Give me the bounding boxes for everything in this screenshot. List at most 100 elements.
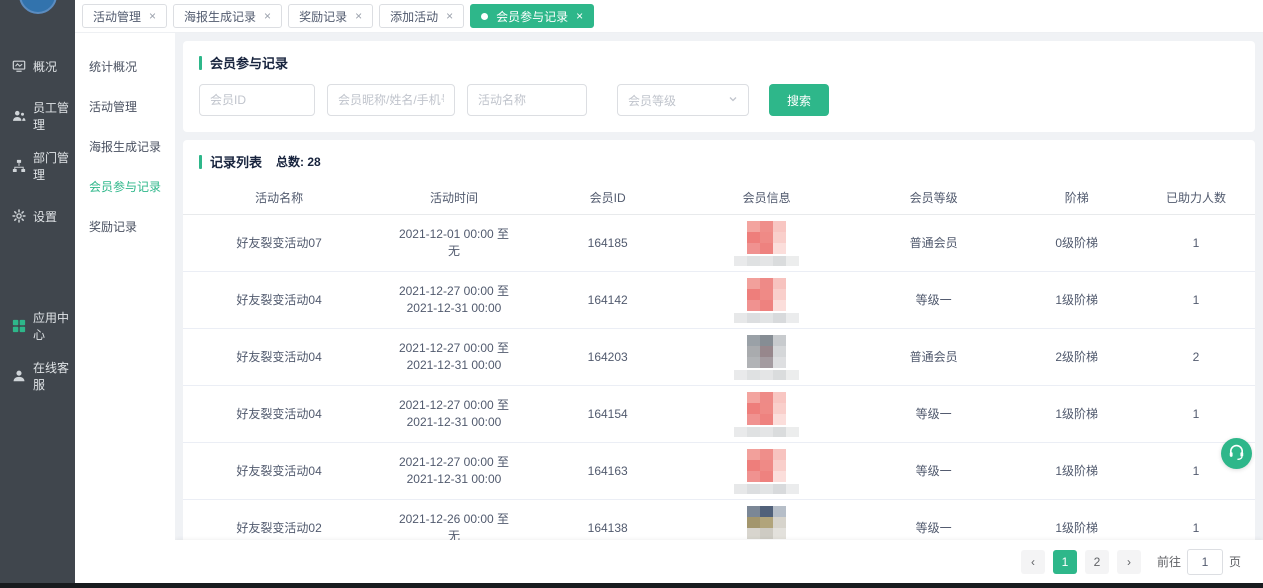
member-name-input[interactable] (327, 84, 455, 116)
tab-label: 添加活动 (390, 8, 438, 25)
close-icon[interactable]: × (264, 10, 271, 22)
submenu-item-member-participation[interactable]: 会员参与记录 (75, 167, 175, 207)
close-icon[interactable]: × (576, 10, 583, 22)
member-avatar (747, 335, 786, 368)
activity-name-cell: 好友裂变活动04 (189, 406, 369, 423)
ladder-cell: 1级阶梯 (1010, 520, 1143, 537)
table-header-row: 活动名称 活动时间 会员ID 会员信息 会员等级 阶梯 已助力人数 (183, 181, 1255, 215)
customer-service-icon (12, 369, 26, 383)
activity-name-cell: 好友裂变活动04 (189, 349, 369, 366)
member-level-cell: 等级一 (857, 406, 1011, 423)
employees-icon (12, 109, 26, 123)
goto-label: 前往 (1157, 553, 1181, 570)
member-id-cell: 164163 (539, 463, 677, 480)
title-marker (199, 56, 202, 70)
select-placeholder: 会员等级 (628, 92, 676, 109)
submenu: 统计概况 活动管理 海报生成记录 会员参与记录 奖励记录 (75, 33, 175, 588)
activity-time-cell: 2021-12-27 00:00 至 2021-12-31 00:00 (369, 397, 539, 431)
member-level-select[interactable]: 会员等级 (617, 84, 749, 116)
customer-service-float-button[interactable] (1221, 438, 1252, 469)
tab-member-participation-active[interactable]: 会员参与记录 × (470, 4, 594, 28)
member-id-cell: 164138 (539, 520, 677, 537)
table-row: 好友裂变活动04 2021-12-27 00:00 至 2021-12-31 0… (183, 272, 1255, 329)
helper-count-cell: 1 (1143, 520, 1249, 537)
main-sidebar: 概况 员工管理 部门管理 设置 (0, 0, 75, 588)
tab-activity-management[interactable]: 活动管理 × (82, 4, 167, 28)
goto-page-group: 前往 页 (1157, 549, 1241, 575)
title-marker (199, 155, 202, 169)
tab-add-activity[interactable]: 添加活动 × (379, 4, 464, 28)
tab-label: 海报生成记录 (184, 8, 256, 25)
next-page-button[interactable]: › (1117, 550, 1141, 574)
column-header-member-level: 会员等级 (857, 189, 1011, 206)
sidebar-item-label: 部门管理 (33, 149, 75, 183)
settings-icon (12, 209, 26, 223)
time-to: 2021-12-31 00:00 (369, 357, 539, 374)
activity-time-cell: 2021-12-01 00:00 至 无 (369, 226, 539, 260)
member-avatar (747, 221, 786, 254)
submenu-item-reward-records[interactable]: 奖励记录 (75, 207, 175, 247)
sidebar-item-label: 应用中心 (33, 309, 75, 343)
helper-count-cell: 1 (1143, 235, 1249, 252)
record-total-count: 总数: 28 (276, 153, 321, 170)
app-center-icon (12, 319, 26, 333)
activity-name-cell: 好友裂变活动04 (189, 463, 369, 480)
member-name-blur (734, 256, 799, 266)
sidebar-item-departments[interactable]: 部门管理 (0, 146, 75, 186)
tab-label: 奖励记录 (299, 8, 347, 25)
submenu-item-stats-overview[interactable]: 统计概况 (75, 47, 175, 87)
sidebar-menu: 概况 员工管理 部门管理 设置 (0, 46, 75, 406)
sidebar-item-online-service[interactable]: 在线客服 (0, 356, 75, 396)
activity-time-cell: 2021-12-27 00:00 至 2021-12-31 00:00 (369, 283, 539, 317)
window-bottom-edge (0, 583, 1263, 588)
page-button-2[interactable]: 2 (1085, 550, 1109, 574)
member-level-cell: 等级一 (857, 463, 1011, 480)
activity-name-input[interactable] (467, 84, 587, 116)
search-form: 会员等级 搜索 (183, 82, 1255, 132)
column-header-activity-name: 活动名称 (189, 189, 369, 206)
prev-page-button[interactable]: ‹ (1021, 550, 1045, 574)
time-from: 2021-12-27 00:00 至 (369, 340, 539, 357)
sidebar-spacer (0, 246, 75, 306)
member-level-cell: 普通会员 (857, 235, 1011, 252)
close-icon[interactable]: × (149, 10, 156, 22)
app-logo[interactable] (19, 0, 57, 14)
page-title: 会员参与记录 (210, 53, 288, 72)
close-icon[interactable]: × (446, 10, 453, 22)
sidebar-item-employees[interactable]: 员工管理 (0, 96, 75, 136)
page-button-1[interactable]: 1 (1053, 550, 1077, 574)
submenu-item-activity-management[interactable]: 活动管理 (75, 87, 175, 127)
time-to: 2021-12-31 00:00 (369, 414, 539, 431)
sidebar-item-label: 概况 (33, 58, 57, 75)
open-tabs-bar: 活动管理 × 海报生成记录 × 奖励记录 × 添加活动 × 会员参与记录 × (75, 0, 1263, 33)
tab-poster-records[interactable]: 海报生成记录 × (173, 4, 282, 28)
member-avatar (747, 278, 786, 311)
column-header-activity-time: 活动时间 (369, 189, 539, 206)
time-to: 无 (369, 243, 539, 260)
sidebar-item-app-center[interactable]: 应用中心 (0, 306, 75, 346)
submenu-item-poster-records[interactable]: 海报生成记录 (75, 127, 175, 167)
member-name-blur (734, 484, 799, 494)
ladder-cell: 2级阶梯 (1010, 349, 1143, 366)
ladder-cell: 0级阶梯 (1010, 235, 1143, 252)
close-icon[interactable]: × (355, 10, 362, 22)
table-row: 好友裂变活动04 2021-12-27 00:00 至 2021-12-31 0… (183, 386, 1255, 443)
tab-label: 活动管理 (93, 8, 141, 25)
workspace: 统计概况 活动管理 海报生成记录 会员参与记录 奖励记录 会员参与记录 (75, 33, 1263, 588)
sidebar-item-settings[interactable]: 设置 (0, 196, 75, 236)
tab-reward-records[interactable]: 奖励记录 × (288, 4, 373, 28)
sidebar-item-overview[interactable]: 概况 (0, 46, 75, 86)
time-from: 2021-12-27 00:00 至 (369, 454, 539, 471)
goto-page-input[interactable] (1187, 549, 1223, 575)
search-button[interactable]: 搜索 (769, 84, 829, 116)
member-info-cell (677, 221, 857, 266)
time-to: 2021-12-31 00:00 (369, 300, 539, 317)
activity-time-cell: 2021-12-27 00:00 至 2021-12-31 00:00 (369, 340, 539, 374)
tab-label: 会员参与记录 (496, 8, 568, 25)
right-column: 活动管理 × 海报生成记录 × 奖励记录 × 添加活动 × 会员参与记录 × (75, 0, 1263, 588)
table-row: 好友裂变活动07 2021-12-01 00:00 至 无 164185 普通会… (183, 215, 1255, 272)
member-id-input[interactable] (199, 84, 315, 116)
dashboard-icon (12, 59, 26, 73)
active-tab-dot (481, 13, 488, 20)
time-from: 2021-12-26 00:00 至 (369, 511, 539, 528)
